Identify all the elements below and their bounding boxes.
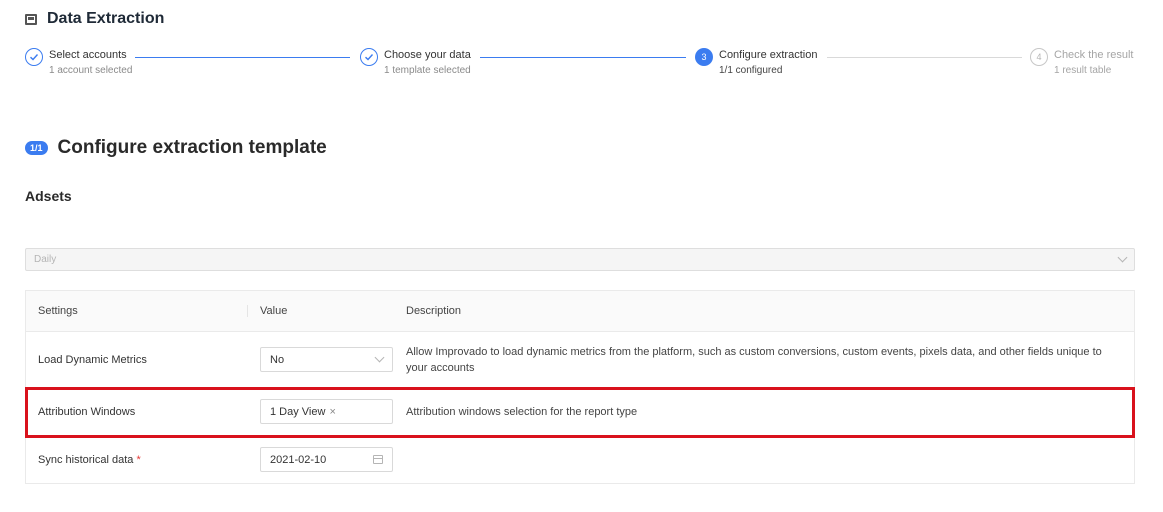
setting-name: Attribution Windows xyxy=(38,405,136,418)
tag-label: 1 Day View xyxy=(270,405,326,418)
step-label: Configure extraction xyxy=(719,49,818,61)
section-header: 1/1 Configure extraction template xyxy=(25,137,327,159)
template-count-badge: 1/1 xyxy=(25,141,48,155)
settings-table: Settings Value Description Load Dynamic … xyxy=(25,290,1135,484)
calendar-icon xyxy=(373,455,383,464)
attribution-windows-multiselect[interactable]: 1 Day View × xyxy=(260,399,393,424)
step-label: Choose your data xyxy=(384,49,471,61)
table-row: Load Dynamic Metrics No Allow Improvado … xyxy=(26,331,1134,387)
step-label: Select accounts xyxy=(49,49,127,61)
chevron-down-icon xyxy=(374,352,385,363)
table-row: Attribution Windows 1 Day View × Attribu… xyxy=(26,387,1134,435)
step-connector xyxy=(480,57,686,58)
check-icon xyxy=(25,48,43,66)
section-title: Configure extraction template xyxy=(57,137,327,158)
step-select-accounts[interactable]: Select accounts 1 account selected xyxy=(25,48,132,80)
step-choose-data[interactable]: Choose your data 1 template selected xyxy=(360,48,471,80)
select-value: No xyxy=(270,353,285,366)
chevron-down-icon xyxy=(1117,252,1128,263)
group-title: Adsets xyxy=(25,188,72,204)
step-label: Check the result xyxy=(1054,49,1134,61)
column-header-settings: Settings xyxy=(26,305,248,317)
required-marker: * xyxy=(136,453,141,466)
table-row: Sync historical data * 2021-02-10 xyxy=(26,435,1134,483)
column-header-description: Description xyxy=(406,305,462,317)
step-connector xyxy=(827,57,1022,58)
load-dynamic-metrics-select[interactable]: No xyxy=(260,347,393,372)
check-icon xyxy=(360,48,378,66)
setting-name: Load Dynamic Metrics xyxy=(38,353,147,366)
sync-historical-date-picker[interactable]: 2021-02-10 xyxy=(260,447,393,472)
setting-name: Sync historical data * xyxy=(26,454,248,466)
step-number-icon: 3 xyxy=(695,48,713,66)
page-header: Data Extraction xyxy=(25,10,164,28)
setting-description: Allow Improvado to load dynamic metrics … xyxy=(406,345,1102,374)
table-header-row: Settings Value Description xyxy=(26,291,1134,331)
granularity-value: Daily xyxy=(34,254,57,265)
step-connector xyxy=(135,57,350,58)
date-value: 2021-02-10 xyxy=(270,453,327,466)
granularity-select[interactable]: Daily xyxy=(25,248,1135,271)
step-check-result[interactable]: 4 Check the result 1 result table xyxy=(1030,48,1133,80)
step-number-icon: 4 xyxy=(1030,48,1048,66)
remove-tag-icon[interactable]: × xyxy=(329,406,335,418)
step-sub: 1 account selected xyxy=(49,65,133,76)
selected-tag: 1 Day View × xyxy=(270,406,336,418)
column-header-value: Value xyxy=(260,305,288,317)
page-title: Data Extraction xyxy=(47,10,165,27)
stepper: Select accounts 1 account selected Choos… xyxy=(25,48,1135,88)
setting-description: Attribution windows selection for the re… xyxy=(406,405,638,418)
app-window-icon xyxy=(25,13,37,25)
step-sub: 1/1 configured xyxy=(719,65,783,76)
step-sub: 1 result table xyxy=(1054,65,1112,76)
step-configure-extraction[interactable]: 3 Configure extraction 1/1 configured xyxy=(695,48,817,80)
setting-label: Sync historical data xyxy=(38,453,134,466)
step-sub: 1 template selected xyxy=(384,65,471,76)
